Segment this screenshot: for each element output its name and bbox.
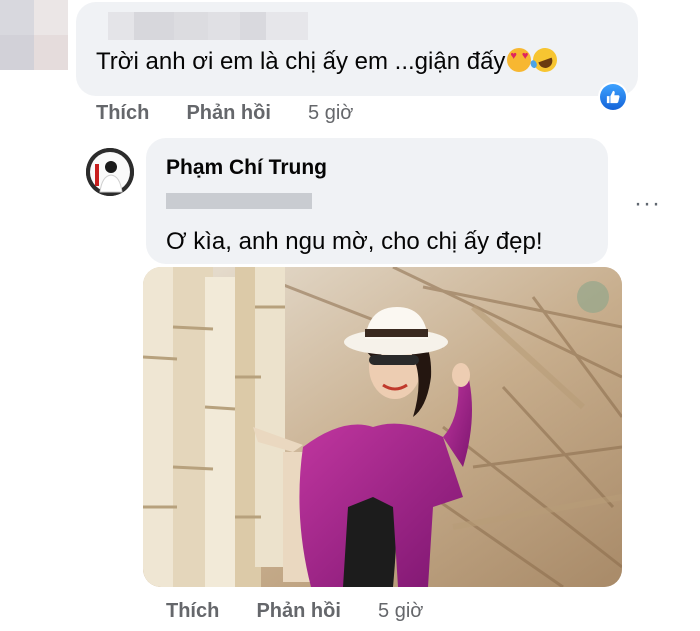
avatar[interactable] [86,148,134,196]
timestamp[interactable]: 5 giờ [378,600,423,622]
comment-text: Trời anh ơi em là chị ấy em ...giận đấy [96,44,561,76]
like-icon [600,84,626,110]
reply-link[interactable]: Phản hồi [256,600,340,622]
reply-link[interactable]: Phản hồi [186,102,270,124]
blurred-text [166,193,312,209]
rofl-emoji [530,44,561,76]
reply-actions: Thích Phản hồi 5 giờ [166,600,423,623]
like-link[interactable]: Thích [96,102,149,124]
more-options-icon[interactable]: ··· [634,190,661,218]
like-link[interactable]: Thích [166,600,219,622]
comment-author[interactable]: Phạm Chí Trung [166,156,327,180]
timestamp[interactable]: 5 giờ [308,102,353,124]
comment-actions: Thích Phản hồi 5 giờ [96,102,353,125]
comment-bubble: Trời anh ơi em là chị ấy em ...giận đấy [76,2,638,96]
like-reaction-badge[interactable] [598,82,628,112]
comment-photo[interactable] [143,267,622,587]
comment-text-content: Trời anh ơi em là chị ấy em ...giận đấy [96,48,506,75]
avatar-blurred[interactable] [0,0,68,70]
reply-comment-bubble: Phạm Chí Trung Ơ kìa, anh ngu mờ, cho ch… [146,138,608,264]
heart-eyes-emoji [507,48,532,72]
comment-text: Ơ kìa, anh ngu mờ, cho chị ấy đẹp! [166,228,543,255]
blurred-author-name [108,12,308,40]
